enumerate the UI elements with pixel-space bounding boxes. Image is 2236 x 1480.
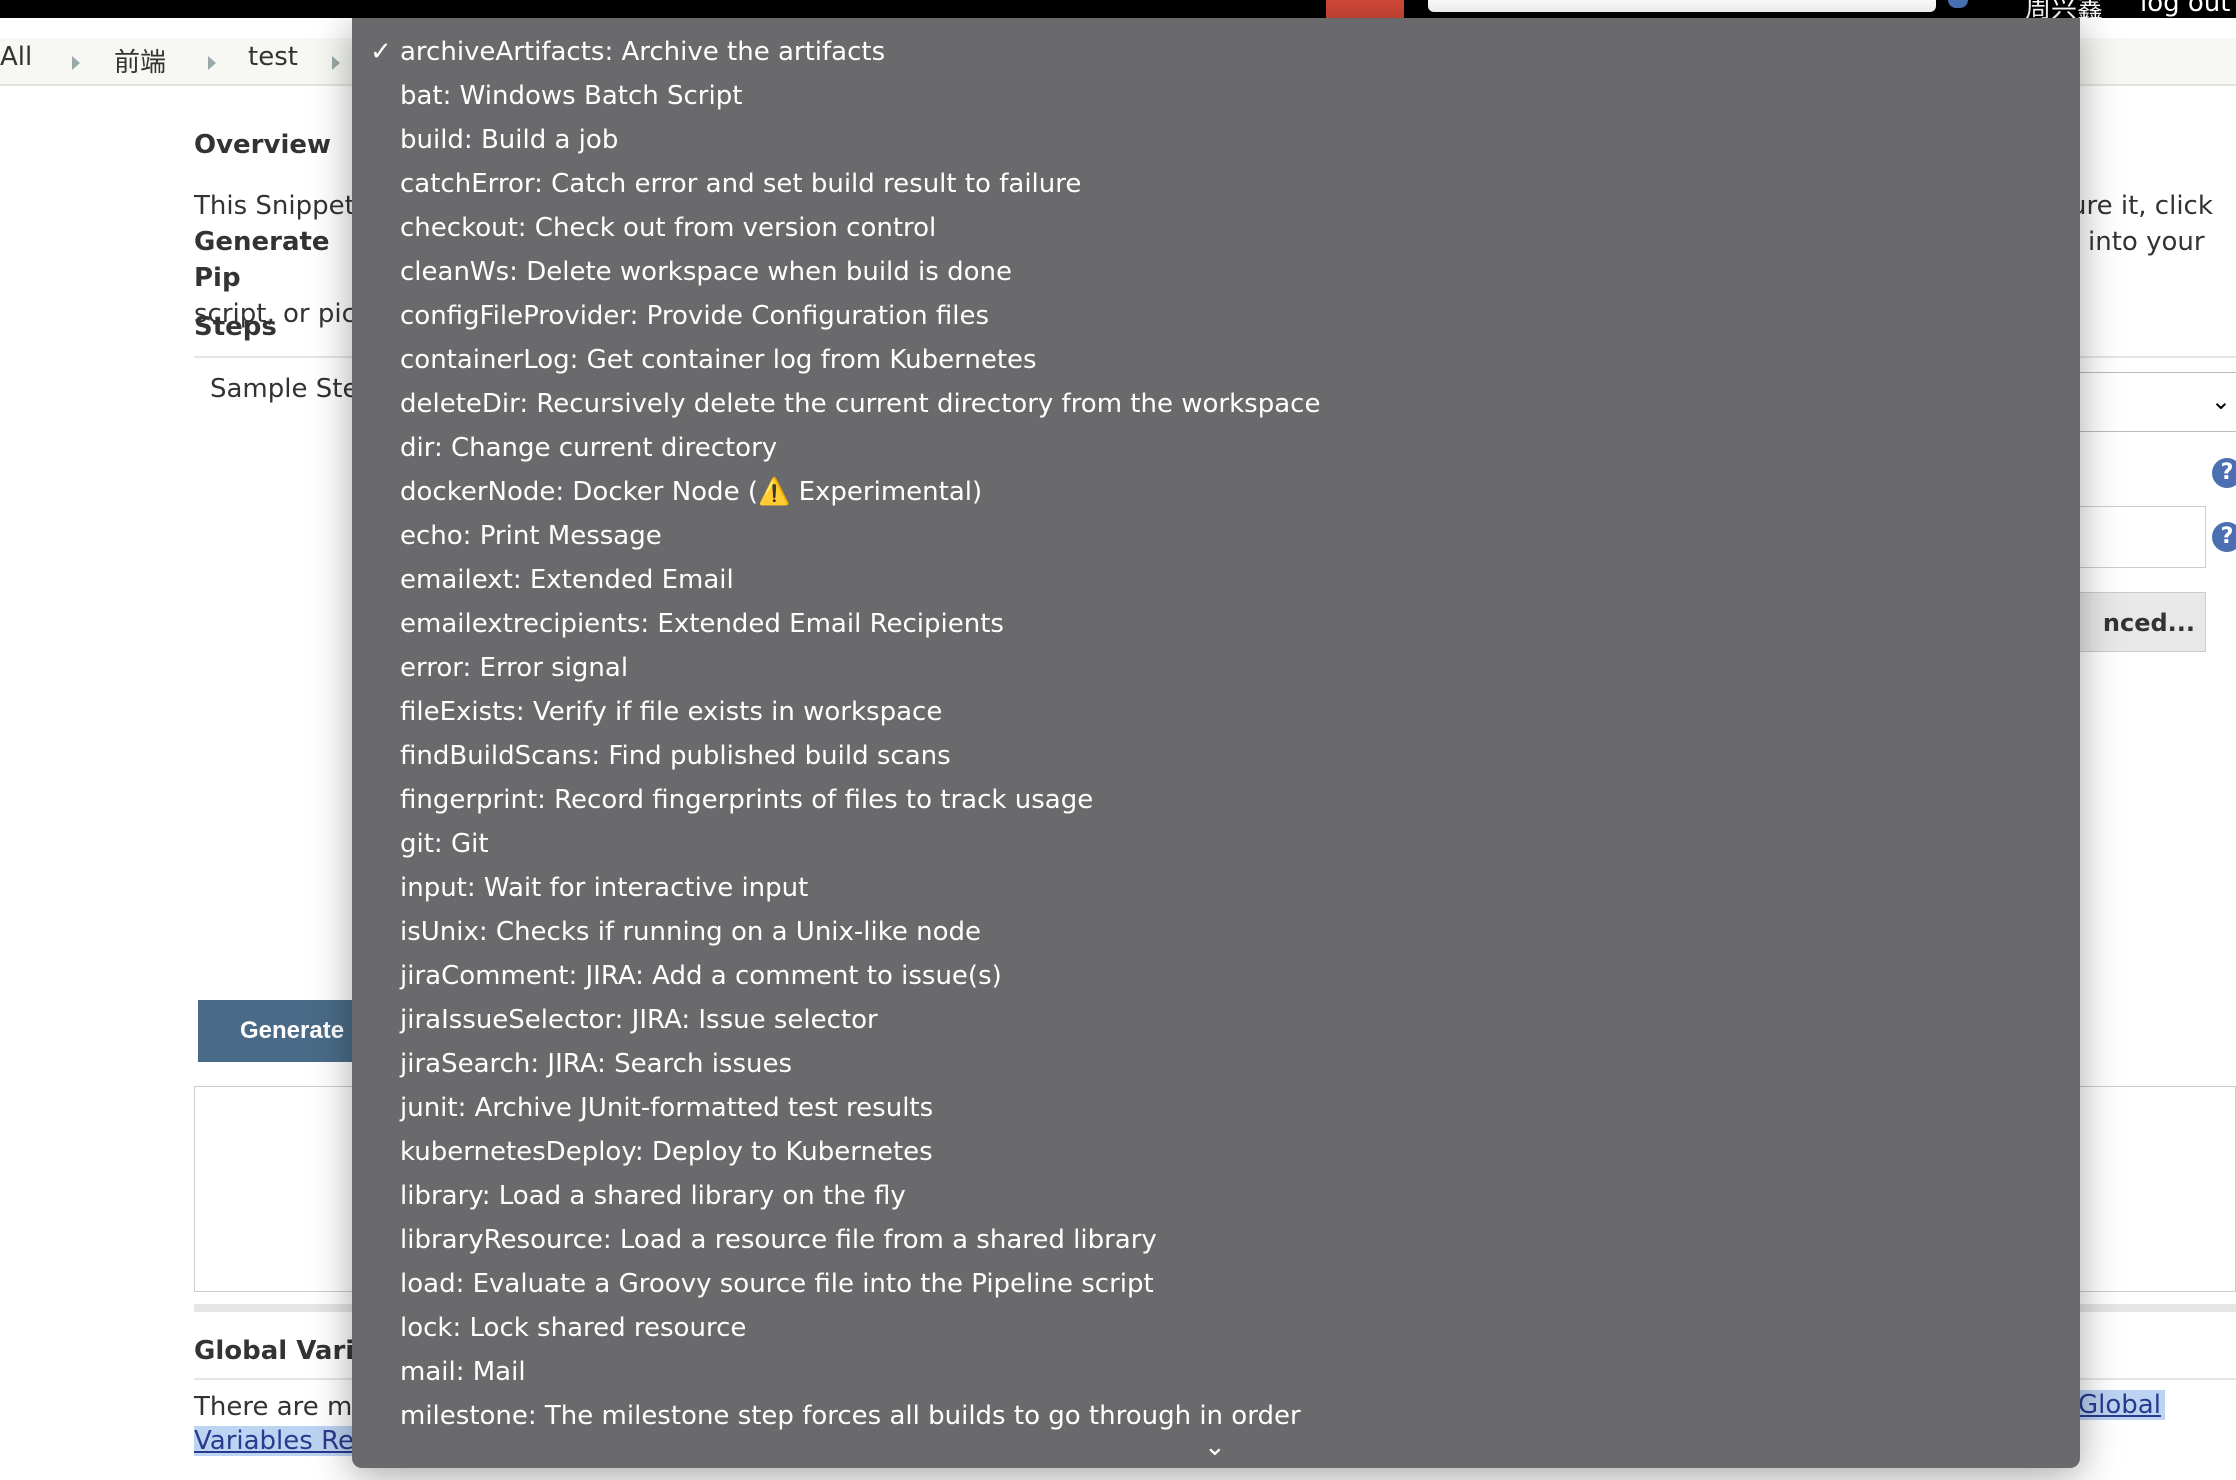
overview-text-right: ure it, click into your — [2070, 188, 2213, 260]
dropdown-option-label: containerLog: Get container log from Kub… — [400, 345, 1037, 375]
dropdown-option-label: emailextrecipients: Extended Email Recip… — [400, 609, 1004, 639]
dropdown-option-label: cleanWs: Delete workspace when build is … — [400, 257, 1012, 287]
dropdown-option-label: deleteDir: Recursively delete the curren… — [400, 389, 1321, 419]
breadcrumb-separator-icon[interactable] — [332, 56, 340, 70]
dropdown-option[interactable]: libraryResource: Load a resource file fr… — [352, 1218, 2080, 1262]
dropdown-option-label: git: Git — [400, 829, 489, 859]
overview-line: ure it, click — [2070, 191, 2213, 221]
dropdown-option[interactable]: deleteDir: Recursively delete the curren… — [352, 382, 2080, 426]
dropdown-option-label: archiveArtifacts: Archive the artifacts — [400, 37, 886, 67]
checkmark-icon: ✓ — [370, 37, 392, 67]
sample-step-select[interactable]: ⌄ — [2060, 372, 2236, 432]
dropdown-option[interactable]: emailextrecipients: Extended Email Recip… — [352, 602, 2080, 646]
dropdown-option[interactable]: load: Evaluate a Groovy source file into… — [352, 1262, 2080, 1306]
dropdown-option-label: configFileProvider: Provide Configuratio… — [400, 301, 990, 331]
dropdown-option-label: findBuildScans: Find published build sca… — [400, 741, 951, 771]
dropdown-option-list: ✓ archiveArtifacts: Archive the artifacts… — [352, 18, 2080, 1438]
dropdown-option-label: mail: Mail — [400, 1357, 526, 1387]
dropdown-option[interactable]: dockerNode: Docker Node (⚠️ Experimental… — [352, 470, 2080, 514]
breadcrumb-separator-icon[interactable] — [208, 56, 216, 70]
dropdown-option-label: lock: Lock shared resource — [400, 1313, 747, 1343]
dropdown-option-label: emailext: Extended Email — [400, 565, 734, 595]
dropdown-option[interactable]: ✓ archiveArtifacts: Archive the artifacts — [352, 30, 2080, 74]
steps-heading: Steps — [194, 312, 277, 342]
dropdown-option-label: isUnix: Checks if running on a Unix-like… — [400, 917, 982, 947]
step-field-input[interactable] — [2060, 506, 2206, 568]
dropdown-option[interactable]: jiraComment: JIRA: Add a comment to issu… — [352, 954, 2080, 998]
help-icon[interactable] — [1948, 0, 1968, 8]
scroll-down-arrow-icon[interactable]: ⌄ — [1204, 1432, 1226, 1462]
dropdown-option-label: dockerNode: Docker Node (⚠️ Experimental… — [400, 477, 983, 507]
dropdown-option-label: jiraComment: JIRA: Add a comment to issu… — [400, 961, 1002, 991]
overview-line: into your — [2088, 227, 2205, 257]
dropdown-option[interactable]: build: Build a job — [352, 118, 2080, 162]
dropdown-option-label: input: Wait for interactive input — [400, 873, 809, 903]
help-icon[interactable]: ? — [2212, 522, 2236, 552]
dropdown-option-label: dir: Change current directory — [400, 433, 778, 463]
dropdown-option[interactable]: error: Error signal — [352, 646, 2080, 690]
dropdown-option[interactable]: library: Load a shared library on the fl… — [352, 1174, 2080, 1218]
dropdown-option-label: jiraIssueSelector: JIRA: Issue selector — [400, 1005, 878, 1035]
dropdown-option-label: load: Evaluate a Groovy source file into… — [400, 1269, 1154, 1299]
global-variables-reference-link[interactable]: Variables Ref — [194, 1426, 364, 1456]
dropdown-option[interactable]: emailext: Extended Email — [352, 558, 2080, 602]
dropdown-option[interactable]: isUnix: Checks if running on a Unix-like… — [352, 910, 2080, 954]
dropdown-option[interactable]: jiraSearch: JIRA: Search issues — [352, 1042, 2080, 1086]
overview-text-left: This Snippet Generate Pip script, or pic… — [194, 188, 374, 332]
dropdown-option[interactable]: kubernetesDeploy: Deploy to Kubernetes — [352, 1130, 2080, 1174]
top-header-bar: 周兴鑫 log out — [0, 0, 2236, 24]
dropdown-option-label: build: Build a job — [400, 125, 619, 155]
dropdown-option-label: library: Load a shared library on the fl… — [400, 1181, 906, 1211]
dropdown-option[interactable]: fileExists: Verify if file exists in wor… — [352, 690, 2080, 734]
dropdown-option-label: kubernetesDeploy: Deploy to Kubernetes — [400, 1137, 933, 1167]
notification-badge[interactable] — [1326, 0, 1404, 18]
dropdown-option-label: jiraSearch: JIRA: Search issues — [400, 1049, 793, 1079]
breadcrumb-item-folder[interactable]: 前端 — [114, 42, 166, 79]
dropdown-option[interactable]: cleanWs: Delete workspace when build is … — [352, 250, 2080, 294]
dropdown-option[interactable]: git: Git — [352, 822, 2080, 866]
overview-line: Generate Pip — [194, 227, 330, 293]
dropdown-option[interactable]: echo: Print Message — [352, 514, 2080, 558]
dropdown-option-label: milestone: The milestone step forces all… — [400, 1401, 1301, 1431]
dropdown-option-label: error: Error signal — [400, 653, 629, 683]
overview-line: This Snippet — [194, 191, 355, 221]
sample-step-label: Sample Step — [210, 374, 375, 404]
dropdown-option-label: junit: Archive JUnit-formatted test resu… — [400, 1093, 934, 1123]
dropdown-option[interactable]: findBuildScans: Find published build sca… — [352, 734, 2080, 778]
global-variables-reference-link[interactable]: Global — [2074, 1390, 2165, 1420]
dropdown-option[interactable]: mail: Mail — [352, 1350, 2080, 1394]
dropdown-option-label: checkout: Check out from version control — [400, 213, 937, 243]
dropdown-option[interactable]: catchError: Catch error and set build re… — [352, 162, 2080, 206]
advanced-button[interactable]: nced... — [2060, 592, 2206, 652]
dropdown-option[interactable]: jiraIssueSelector: JIRA: Issue selector — [352, 998, 2080, 1042]
dropdown-option[interactable]: bat: Windows Batch Script — [352, 74, 2080, 118]
help-icon[interactable]: ? — [2212, 458, 2236, 488]
dropdown-option-label: echo: Print Message — [400, 521, 662, 551]
breadcrumb-item-all[interactable]: All — [0, 42, 32, 72]
breadcrumb-separator-icon[interactable] — [72, 56, 80, 70]
dropdown-option-label: fileExists: Verify if file exists in wor… — [400, 697, 943, 727]
sample-step-dropdown-menu[interactable]: ✓ archiveArtifacts: Archive the artifacts… — [352, 18, 2080, 1468]
chevron-down-icon: ⌄ — [2210, 387, 2231, 415]
overview-heading: Overview — [194, 130, 332, 160]
dropdown-option[interactable]: fingerprint: Record fingerprints of file… — [352, 778, 2080, 822]
dropdown-option-label: libraryResource: Load a resource file fr… — [400, 1225, 1157, 1255]
search-input[interactable] — [1428, 0, 1936, 12]
dropdown-option-label: catchError: Catch error and set build re… — [400, 169, 1082, 199]
dropdown-option[interactable]: configFileProvider: Provide Configuratio… — [352, 294, 2080, 338]
dropdown-option[interactable]: checkout: Check out from version control — [352, 206, 2080, 250]
breadcrumb-item-job[interactable]: test — [248, 42, 298, 72]
dropdown-option[interactable]: lock: Lock shared resource — [352, 1306, 2080, 1350]
logout-link[interactable]: log out — [2140, 0, 2230, 18]
dropdown-option-label: bat: Windows Batch Script — [400, 81, 743, 111]
dropdown-option-label: fingerprint: Record fingerprints of file… — [400, 785, 1094, 815]
dropdown-option[interactable]: input: Wait for interactive input — [352, 866, 2080, 910]
global-variables-text: There are ma — [194, 1392, 369, 1422]
dropdown-option[interactable]: dir: Change current directory — [352, 426, 2080, 470]
dropdown-option[interactable]: junit: Archive JUnit-formatted test resu… — [352, 1086, 2080, 1130]
dropdown-option[interactable]: containerLog: Get container log from Kub… — [352, 338, 2080, 382]
